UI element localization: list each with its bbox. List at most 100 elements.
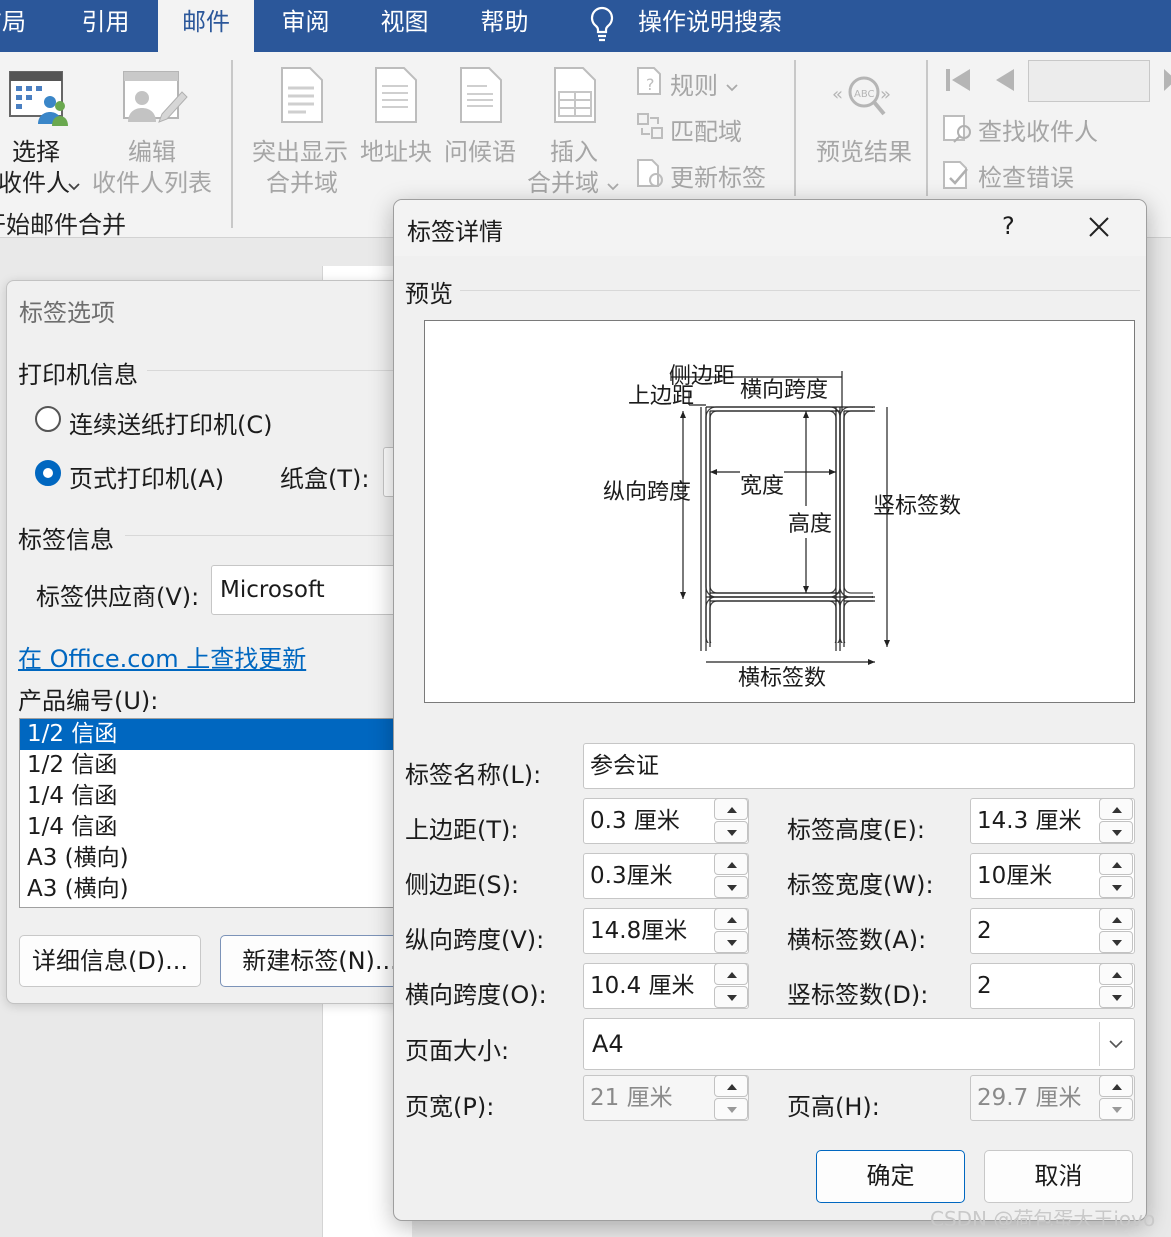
tab-label: 视图 bbox=[380, 8, 429, 36]
check-errors-icon bbox=[942, 160, 974, 194]
insert-merge-label-2: 合并域 bbox=[527, 169, 599, 197]
select-recipients-label-1[interactable]: 选择 bbox=[12, 132, 60, 167]
svg-text:«: « bbox=[832, 84, 843, 105]
number-across-spinner[interactable] bbox=[1099, 908, 1133, 954]
list-item[interactable]: 1/4 信函 bbox=[20, 812, 418, 843]
tab-layout[interactable]: 布局 bbox=[0, 0, 38, 52]
spin-up-icon[interactable] bbox=[714, 798, 748, 820]
page-size-label: 页面大小: bbox=[405, 1037, 510, 1065]
spin-down-icon[interactable] bbox=[1099, 986, 1133, 1008]
list-item[interactable]: 1/2 信函 bbox=[20, 719, 418, 750]
svg-text:?: ? bbox=[646, 75, 655, 94]
chevron-down-icon[interactable] bbox=[68, 176, 80, 195]
top-margin-spinner[interactable] bbox=[714, 798, 748, 844]
greeting-line-label: 问候语 bbox=[444, 138, 516, 166]
product-number-list[interactable]: 1/2 信函 1/2 信函 1/4 信函 1/4 信函 A3 (横向) A3 (… bbox=[19, 718, 419, 908]
preview-results-icon: « ABC » bbox=[832, 72, 896, 124]
spin-down-icon bbox=[1099, 1098, 1133, 1120]
page-height-label: 页高(H): bbox=[787, 1093, 880, 1121]
side-margin-label: 侧边距(S): bbox=[405, 871, 520, 899]
select-recipients-label-2[interactable]: 收件人 bbox=[0, 163, 70, 198]
page-printer-radio[interactable] bbox=[35, 460, 61, 486]
cancel-button[interactable]: 取消 bbox=[984, 1150, 1133, 1203]
number-across-caption: 横标签数 bbox=[738, 666, 827, 691]
spin-up-icon[interactable] bbox=[1099, 798, 1133, 820]
spin-down-icon[interactable] bbox=[1099, 876, 1133, 898]
product-number-label: 产品编号(U): bbox=[18, 687, 159, 715]
label-details-dialog: 标签详情 ? 预览 侧边距 上边距 横向跨度 纵向跨度 宽度 高度 竖标签数 横… bbox=[393, 199, 1147, 1221]
tell-me-search[interactable]: 操作说明搜索 bbox=[638, 0, 782, 52]
continuous-printer-label[interactable]: 连续送纸打印机(C) bbox=[69, 405, 272, 440]
preview-heading: 预览 bbox=[405, 280, 453, 308]
spin-up-icon[interactable] bbox=[1099, 908, 1133, 930]
page-size-dropdown[interactable] bbox=[1099, 1022, 1131, 1066]
number-across-label: 横标签数(A): bbox=[787, 926, 927, 954]
label-name-input[interactable]: 参会证 bbox=[583, 743, 1135, 789]
tab-review[interactable]: 审阅 bbox=[258, 0, 353, 52]
page-width-spinner bbox=[714, 1075, 748, 1121]
continuous-printer-radio[interactable] bbox=[35, 406, 61, 432]
spin-down-icon bbox=[714, 1098, 748, 1120]
tab-view[interactable]: 视图 bbox=[357, 0, 452, 52]
office-update-link[interactable]: 在 Office.com 上查找更新 bbox=[18, 639, 306, 674]
label-height-label: 标签高度(E): bbox=[787, 816, 925, 844]
tell-me-label: 操作说明搜索 bbox=[638, 8, 782, 36]
vertical-pitch-spinner[interactable] bbox=[714, 908, 748, 954]
spin-down-icon[interactable] bbox=[714, 821, 748, 843]
top-margin-caption: 上边距 bbox=[628, 384, 695, 409]
spin-up-icon bbox=[1099, 1075, 1133, 1097]
dialog-title-bar: 标签详情 ? bbox=[394, 200, 1146, 256]
previous-record-icon bbox=[994, 66, 1016, 98]
dialog-title: 标签详情 bbox=[407, 218, 503, 246]
page-printer-label[interactable]: 页式打印机(A) bbox=[69, 459, 224, 494]
help-button[interactable]: ? bbox=[1002, 212, 1015, 240]
list-item[interactable]: 1/4 信函 bbox=[20, 781, 418, 812]
spin-down-icon[interactable] bbox=[1099, 931, 1133, 953]
list-item[interactable]: A3 (横向) bbox=[20, 874, 418, 905]
insert-merge-field-icon bbox=[553, 66, 597, 128]
tray-label: 纸盒(T): bbox=[280, 465, 370, 493]
label-width-spinner[interactable] bbox=[1099, 853, 1133, 899]
vertical-pitch-caption: 纵向跨度 bbox=[603, 480, 692, 505]
details-button[interactable]: 详细信息(D)... bbox=[19, 935, 201, 987]
tab-label: 邮件 bbox=[182, 8, 230, 36]
spin-down-icon[interactable] bbox=[714, 876, 748, 898]
spin-up-icon[interactable] bbox=[1099, 963, 1133, 985]
new-label-button[interactable]: 新建标签(N)... bbox=[220, 935, 420, 987]
divider bbox=[147, 370, 425, 371]
update-labels-label: 更新标签 bbox=[670, 164, 766, 192]
label-preview-diagram: 侧边距 上边距 横向跨度 纵向跨度 宽度 高度 竖标签数 横标签数 bbox=[424, 320, 1135, 703]
list-item[interactable]: 1/2 信函 bbox=[20, 750, 418, 781]
find-recipient-label: 查找收件人 bbox=[978, 118, 1098, 146]
ok-button[interactable]: 确定 bbox=[816, 1150, 965, 1203]
rules-icon: ? bbox=[636, 66, 664, 100]
spin-down-icon[interactable] bbox=[714, 986, 748, 1008]
tab-references[interactable]: 引用 bbox=[58, 0, 153, 52]
group-divider bbox=[231, 60, 233, 228]
page-size-select[interactable]: A4 bbox=[583, 1018, 1135, 1070]
spin-up-icon[interactable] bbox=[714, 963, 748, 985]
close-icon[interactable] bbox=[1088, 216, 1110, 242]
spin-down-icon[interactable] bbox=[1099, 821, 1133, 843]
highlight-merge-label-2: 合并域 bbox=[266, 169, 338, 197]
label-info-heading: 标签信息 bbox=[18, 526, 114, 554]
watermark: CSDN @荷包蛋大王iovo bbox=[930, 1207, 1156, 1231]
tab-mailings[interactable]: 邮件 bbox=[158, 0, 254, 52]
list-item[interactable]: A3 (横向) bbox=[20, 843, 418, 874]
spin-down-icon[interactable] bbox=[714, 931, 748, 953]
select-recipients-icon bbox=[8, 70, 70, 132]
tab-help[interactable]: 帮助 bbox=[457, 0, 552, 52]
tab-label: 帮助 bbox=[480, 8, 529, 36]
side-margin-spinner[interactable] bbox=[714, 853, 748, 899]
greeting-line-icon bbox=[459, 66, 503, 128]
spin-up-icon[interactable] bbox=[714, 853, 748, 875]
spin-up-icon[interactable] bbox=[1099, 853, 1133, 875]
horizontal-pitch-spinner[interactable] bbox=[714, 963, 748, 1009]
rules-label: 规则 bbox=[670, 72, 718, 100]
label-width-label: 标签宽度(W): bbox=[787, 871, 934, 899]
label-height-spinner[interactable] bbox=[1099, 798, 1133, 844]
number-down-spinner[interactable] bbox=[1099, 963, 1133, 1009]
check-errors-label: 检查错误 bbox=[978, 164, 1074, 192]
spin-up-icon[interactable] bbox=[714, 908, 748, 930]
number-down-caption: 竖标签数 bbox=[873, 494, 962, 519]
